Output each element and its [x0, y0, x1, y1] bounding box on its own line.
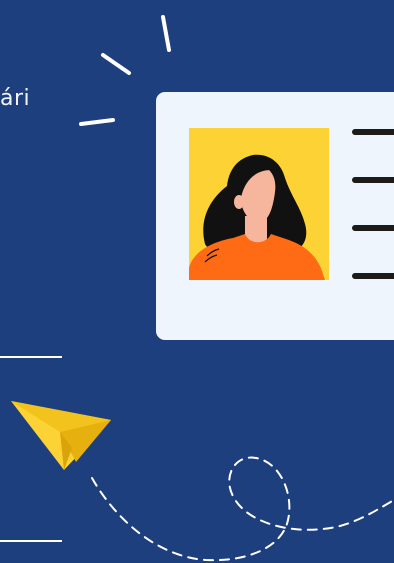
poster-canvas: ári	[0, 0, 394, 563]
paper-plane-illustration	[11, 401, 394, 562]
paper-plane-icon	[11, 401, 111, 470]
dashed-flight-path	[91, 456, 394, 562]
